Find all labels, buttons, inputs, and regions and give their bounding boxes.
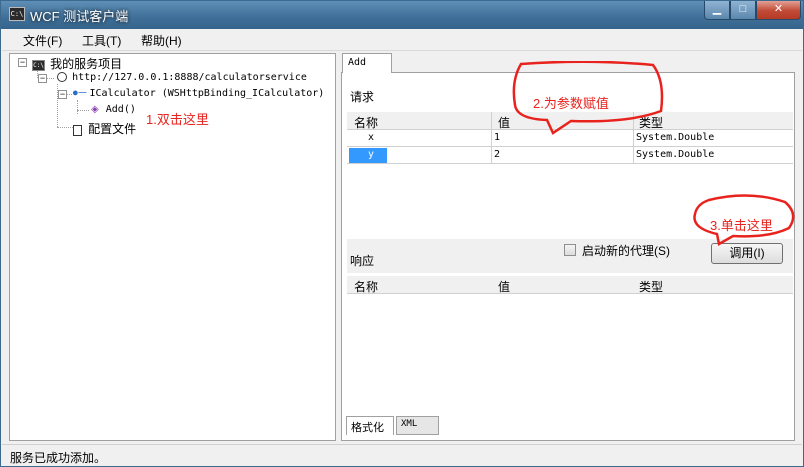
title-bar[interactable]: C:\ WCF 测试客户端 ▁ □ ✕	[1, 1, 803, 29]
menu-bar: 文件(F) 工具(T) 帮助(H)	[2, 29, 802, 51]
start-new-proxy-checkbox[interactable]	[564, 244, 576, 256]
column-header-name[interactable]: 名称	[354, 114, 378, 131]
maximize-button[interactable]: □	[730, 1, 756, 20]
response-grid: 名称 值 类型	[347, 276, 793, 414]
tree-config-label: 配置文件	[88, 122, 137, 136]
param-name-cell: y	[368, 149, 375, 160]
tree-connector	[77, 100, 78, 114]
window-title: WCF 测试客户端	[30, 9, 129, 24]
annotation-step1: 1.双击这里	[146, 112, 209, 127]
project-icon: C:\	[32, 59, 45, 71]
tree-contract[interactable]: ●─ ICalculator (WSHttpBinding_ICalculato…	[72, 87, 324, 99]
menu-file[interactable]: 文件(F)	[23, 32, 62, 49]
status-bar: 服务已成功添加。	[2, 444, 802, 466]
tree-operation-add[interactable]: ◈ Add()	[91, 103, 136, 115]
tree-root-label: 我的服务项目	[50, 57, 123, 71]
response-grid-header: 名称 值 类型	[347, 276, 793, 294]
close-button[interactable]: ✕	[756, 1, 801, 20]
request-title: 请求	[350, 90, 375, 104]
column-header-name[interactable]: 名称	[354, 278, 378, 295]
param-name-cell: x	[368, 132, 375, 143]
tree-config-file[interactable]: 配置文件	[73, 120, 136, 137]
table-row[interactable]: y 2 System.Double	[347, 147, 793, 164]
tab-formatted[interactable]: 格式化	[346, 416, 394, 435]
collapse-toggle[interactable]: −	[38, 74, 47, 83]
status-text: 服务已成功添加。	[10, 451, 107, 465]
column-header-value[interactable]: 值	[498, 278, 510, 295]
annotation-step2: 2.为参数赋值	[533, 96, 609, 111]
tree-endpoint[interactable]: http://127.0.0.1:8888/calculatorservice	[57, 71, 307, 83]
menu-tools[interactable]: 工具(T)	[82, 32, 121, 49]
tab-xml[interactable]: XML	[396, 416, 439, 435]
console-app-icon: C:\	[9, 7, 25, 21]
response-title: 响应	[350, 254, 375, 268]
tree-connector	[57, 127, 73, 128]
app-window: C:\ WCF 测试客户端 ▁ □ ✕ 文件(F) 工具(T) 帮助(H) − …	[0, 0, 804, 467]
operation-cube-icon: ◈	[91, 104, 99, 115]
menu-help[interactable]: 帮助(H)	[141, 32, 182, 49]
contract-interface-icon: ●─	[72, 87, 87, 100]
minimize-button[interactable]: ▁	[704, 1, 730, 20]
tab-add[interactable]: Add	[342, 53, 392, 73]
param-value-cell[interactable]: 1	[494, 132, 500, 143]
annotation-step3: 3.单击这里	[710, 218, 773, 233]
document-icon	[73, 124, 82, 136]
start-new-proxy-label[interactable]: 启动新的代理(S)	[582, 242, 670, 259]
param-value-cell[interactable]: 2	[494, 149, 500, 160]
tree-root[interactable]: C:\ 我的服务项目	[32, 55, 122, 72]
tree-operation-label: Add()	[105, 104, 136, 115]
tree-connector	[77, 110, 89, 111]
param-type-cell: System.Double	[636, 149, 715, 160]
column-header-type[interactable]: 类型	[639, 278, 663, 295]
tree-endpoint-label: http://127.0.0.1:8888/calculatorservice	[72, 72, 307, 83]
column-divider[interactable]	[491, 112, 492, 164]
collapse-toggle[interactable]: −	[18, 58, 27, 67]
collapse-toggle[interactable]: −	[58, 90, 67, 99]
globe-icon	[57, 72, 67, 83]
invoke-button[interactable]: 调用(I)	[711, 243, 783, 264]
tree-contract-label: ICalculator (WSHttpBinding_ICalculator)	[89, 88, 325, 99]
